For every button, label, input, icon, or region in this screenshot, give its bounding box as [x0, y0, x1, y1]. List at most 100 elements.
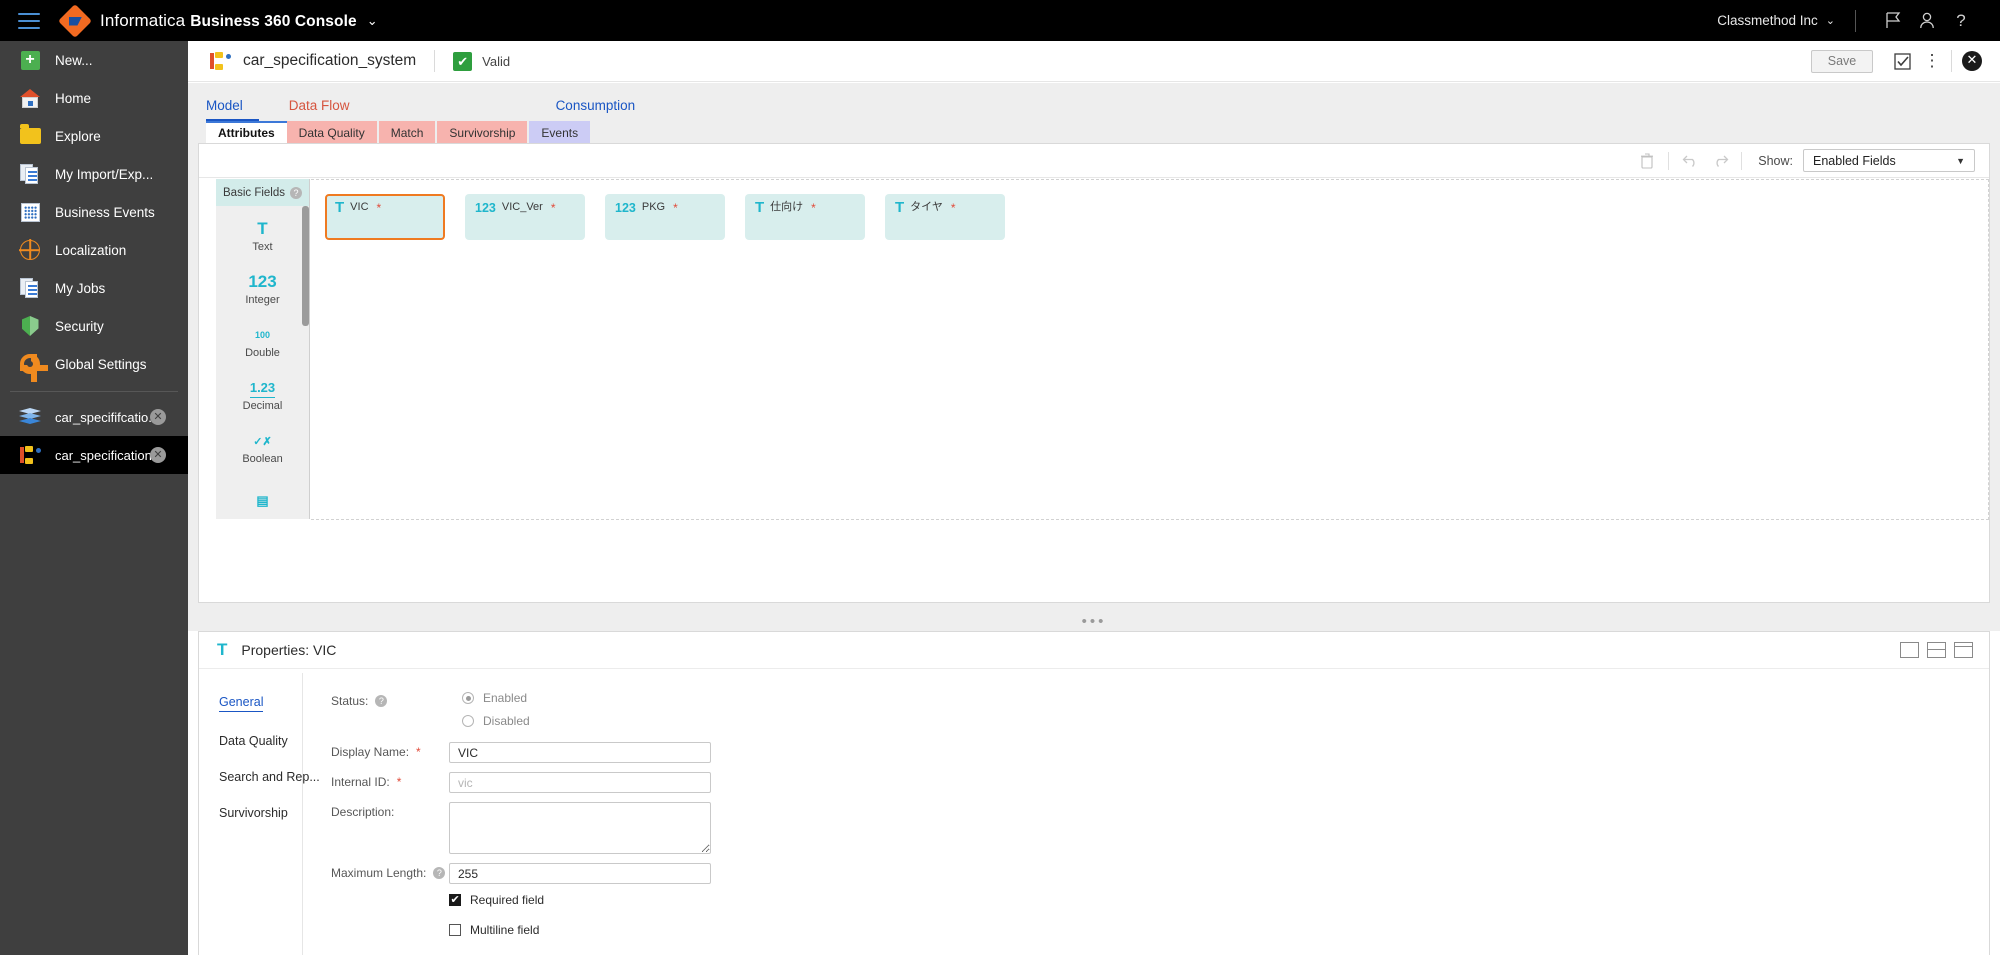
- panel-top-icon[interactable]: [1954, 642, 1973, 658]
- field-card-label: VIC: [350, 201, 369, 213]
- main-content-area: car_specification_system ✔ Valid Save ⋮ …: [188, 41, 2000, 955]
- sidebar-item-security[interactable]: Security: [0, 307, 188, 345]
- status-row: Status: ? Enabled Disabled: [331, 691, 1989, 728]
- palette-item-date[interactable]: ▤: [216, 478, 309, 519]
- field-card-shimuke[interactable]: T 仕向け *: [745, 194, 865, 240]
- undo-icon[interactable]: [1675, 149, 1705, 173]
- required-field-checkbox[interactable]: Required field: [449, 893, 1989, 907]
- document-actions: Save ⋮ ✕: [1811, 48, 1982, 74]
- save-button[interactable]: Save: [1811, 49, 1873, 73]
- left-sidebar: + New... Home Explore My Import/Exp... B…: [0, 41, 188, 955]
- panel-bottom-icon[interactable]: [1900, 642, 1919, 658]
- field-card-vic-ver[interactable]: 123 VIC_Ver *: [465, 194, 585, 240]
- brand-title: Informatica Business 360 Console: [100, 11, 357, 31]
- help-icon[interactable]: ?: [433, 867, 446, 879]
- sidebar-item-my-jobs[interactable]: My Jobs: [0, 269, 188, 307]
- display-name-field[interactable]: [449, 742, 711, 763]
- redo-icon[interactable]: [1705, 149, 1735, 173]
- description-label: Description:: [331, 805, 395, 819]
- max-length-field[interactable]: [449, 863, 711, 884]
- documents-icon: [18, 163, 42, 185]
- flag-icon[interactable]: [1876, 8, 1910, 34]
- sidebar-item-global-settings[interactable]: Global Settings: [0, 345, 188, 383]
- person-icon[interactable]: [1910, 8, 1944, 34]
- chevron-down-icon[interactable]: ⌄: [367, 13, 378, 29]
- sidebar-item-explore[interactable]: Explore: [0, 117, 188, 155]
- tab-events[interactable]: Events: [529, 121, 591, 143]
- field-card-pkg[interactable]: 123 PKG *: [605, 194, 725, 240]
- help-icon[interactable]: ?: [1944, 8, 1978, 34]
- radio-enabled[interactable]: Enabled: [462, 691, 530, 705]
- decimal-type-icon: 1.23: [249, 378, 276, 398]
- close-icon[interactable]: ✕: [1962, 51, 1982, 71]
- tab-search-and-reports[interactable]: Search and Rep...: [219, 770, 320, 784]
- help-icon[interactable]: ?: [290, 186, 302, 199]
- field-card-taiya[interactable]: T タイヤ *: [885, 194, 1005, 240]
- field-card-vic[interactable]: T VIC *: [325, 194, 445, 240]
- help-icon[interactable]: ?: [375, 695, 388, 707]
- description-field[interactable]: [449, 802, 711, 854]
- display-name-row: Display Name: *: [331, 742, 1989, 763]
- checkbox-check-icon[interactable]: [1887, 48, 1917, 74]
- hamburger-icon[interactable]: [18, 12, 40, 29]
- palette-item-label: Double: [245, 347, 280, 359]
- trash-icon[interactable]: [1632, 149, 1662, 173]
- sidebar-document-car-specification-system[interactable]: car_specification... ✕: [0, 436, 188, 474]
- sidebar-item-home[interactable]: Home: [0, 79, 188, 117]
- radio-disabled[interactable]: Disabled: [462, 714, 530, 728]
- tab-general[interactable]: General: [219, 695, 264, 712]
- sidebar-item-label: New...: [55, 52, 93, 68]
- internal-id-field[interactable]: [449, 772, 711, 793]
- required-marker: *: [416, 745, 421, 759]
- sidebar-item-localization[interactable]: Localization: [0, 231, 188, 269]
- sidebar-item-business-events[interactable]: Business Events: [0, 193, 188, 231]
- general-properties-form: Status: ? Enabled Disabled Display Name:…: [303, 669, 1989, 955]
- sidebar-item-new[interactable]: + New...: [0, 41, 188, 79]
- palette-item-integer[interactable]: 123 Integer: [216, 266, 309, 312]
- tab-survivorship[interactable]: Survivorship: [437, 121, 528, 143]
- model-icon: [208, 50, 232, 72]
- max-length-row: Maximum Length: ?: [331, 863, 1989, 884]
- sidebar-document-car-specififcation[interactable]: car_specififcatio... ✕: [0, 398, 188, 436]
- org-selector[interactable]: Classmethod Inc: [1717, 13, 1818, 28]
- required-field-label: Required field: [470, 893, 545, 907]
- sidebar-item-my-import-export[interactable]: My Import/Exp...: [0, 155, 188, 193]
- palette-item-double[interactable]: 100 Double: [216, 319, 309, 365]
- hamburger-line: [18, 12, 40, 15]
- palette-item-label: Boolean: [242, 453, 283, 465]
- tab-model[interactable]: Model: [206, 98, 259, 121]
- palette-item-boolean[interactable]: ✓✗ Boolean: [216, 425, 309, 471]
- panel-splitter-handle[interactable]: •••: [188, 613, 2000, 631]
- home-icon: [18, 87, 42, 109]
- more-options-icon[interactable]: ⋮: [1917, 48, 1947, 74]
- internal-id-label: Internal ID:: [331, 775, 390, 789]
- tab-data-quality-props[interactable]: Data Quality: [219, 734, 302, 748]
- palette-item-text[interactable]: T Text: [216, 213, 309, 259]
- chevron-down-icon[interactable]: ⌄: [1826, 14, 1835, 27]
- properties-title: Properties: VIC: [241, 642, 337, 658]
- multiline-field-checkbox[interactable]: Multiline field: [449, 923, 1989, 937]
- primary-tabs: Model Data Flow Consumption: [188, 83, 2000, 121]
- palette-item-decimal[interactable]: 1.23 Decimal: [216, 372, 309, 418]
- field-card-row: T 仕向け *: [755, 200, 865, 215]
- palette-scrollbar[interactable]: [302, 206, 309, 326]
- tab-data-quality[interactable]: Data Quality: [286, 121, 377, 143]
- boolean-type-icon: ✓✗: [253, 435, 272, 448]
- tab-match[interactable]: Match: [378, 121, 436, 143]
- required-marker: *: [673, 201, 678, 215]
- tab-consumption[interactable]: Consumption: [556, 98, 652, 121]
- properties-nav: General Data Quality Search and Rep... S…: [199, 669, 320, 955]
- integer-type-icon: 123: [615, 201, 636, 215]
- show-filter-select[interactable]: Enabled Fields ▼: [1803, 149, 1975, 172]
- tab-survivorship-props[interactable]: Survivorship: [219, 806, 302, 820]
- field-card-row: 123 VIC_Ver *: [475, 201, 585, 215]
- panel-split-icon[interactable]: [1927, 642, 1946, 658]
- close-icon[interactable]: ✕: [150, 447, 166, 463]
- status-label-group: Status: ?: [331, 691, 449, 708]
- close-icon[interactable]: ✕: [150, 409, 166, 425]
- divider: [1741, 151, 1743, 170]
- properties-nav-general-wrap: General: [219, 693, 302, 734]
- tab-data-flow[interactable]: Data Flow: [289, 98, 366, 121]
- properties-header: T Properties: VIC: [199, 632, 1989, 669]
- tab-attributes[interactable]: Attributes: [206, 121, 287, 143]
